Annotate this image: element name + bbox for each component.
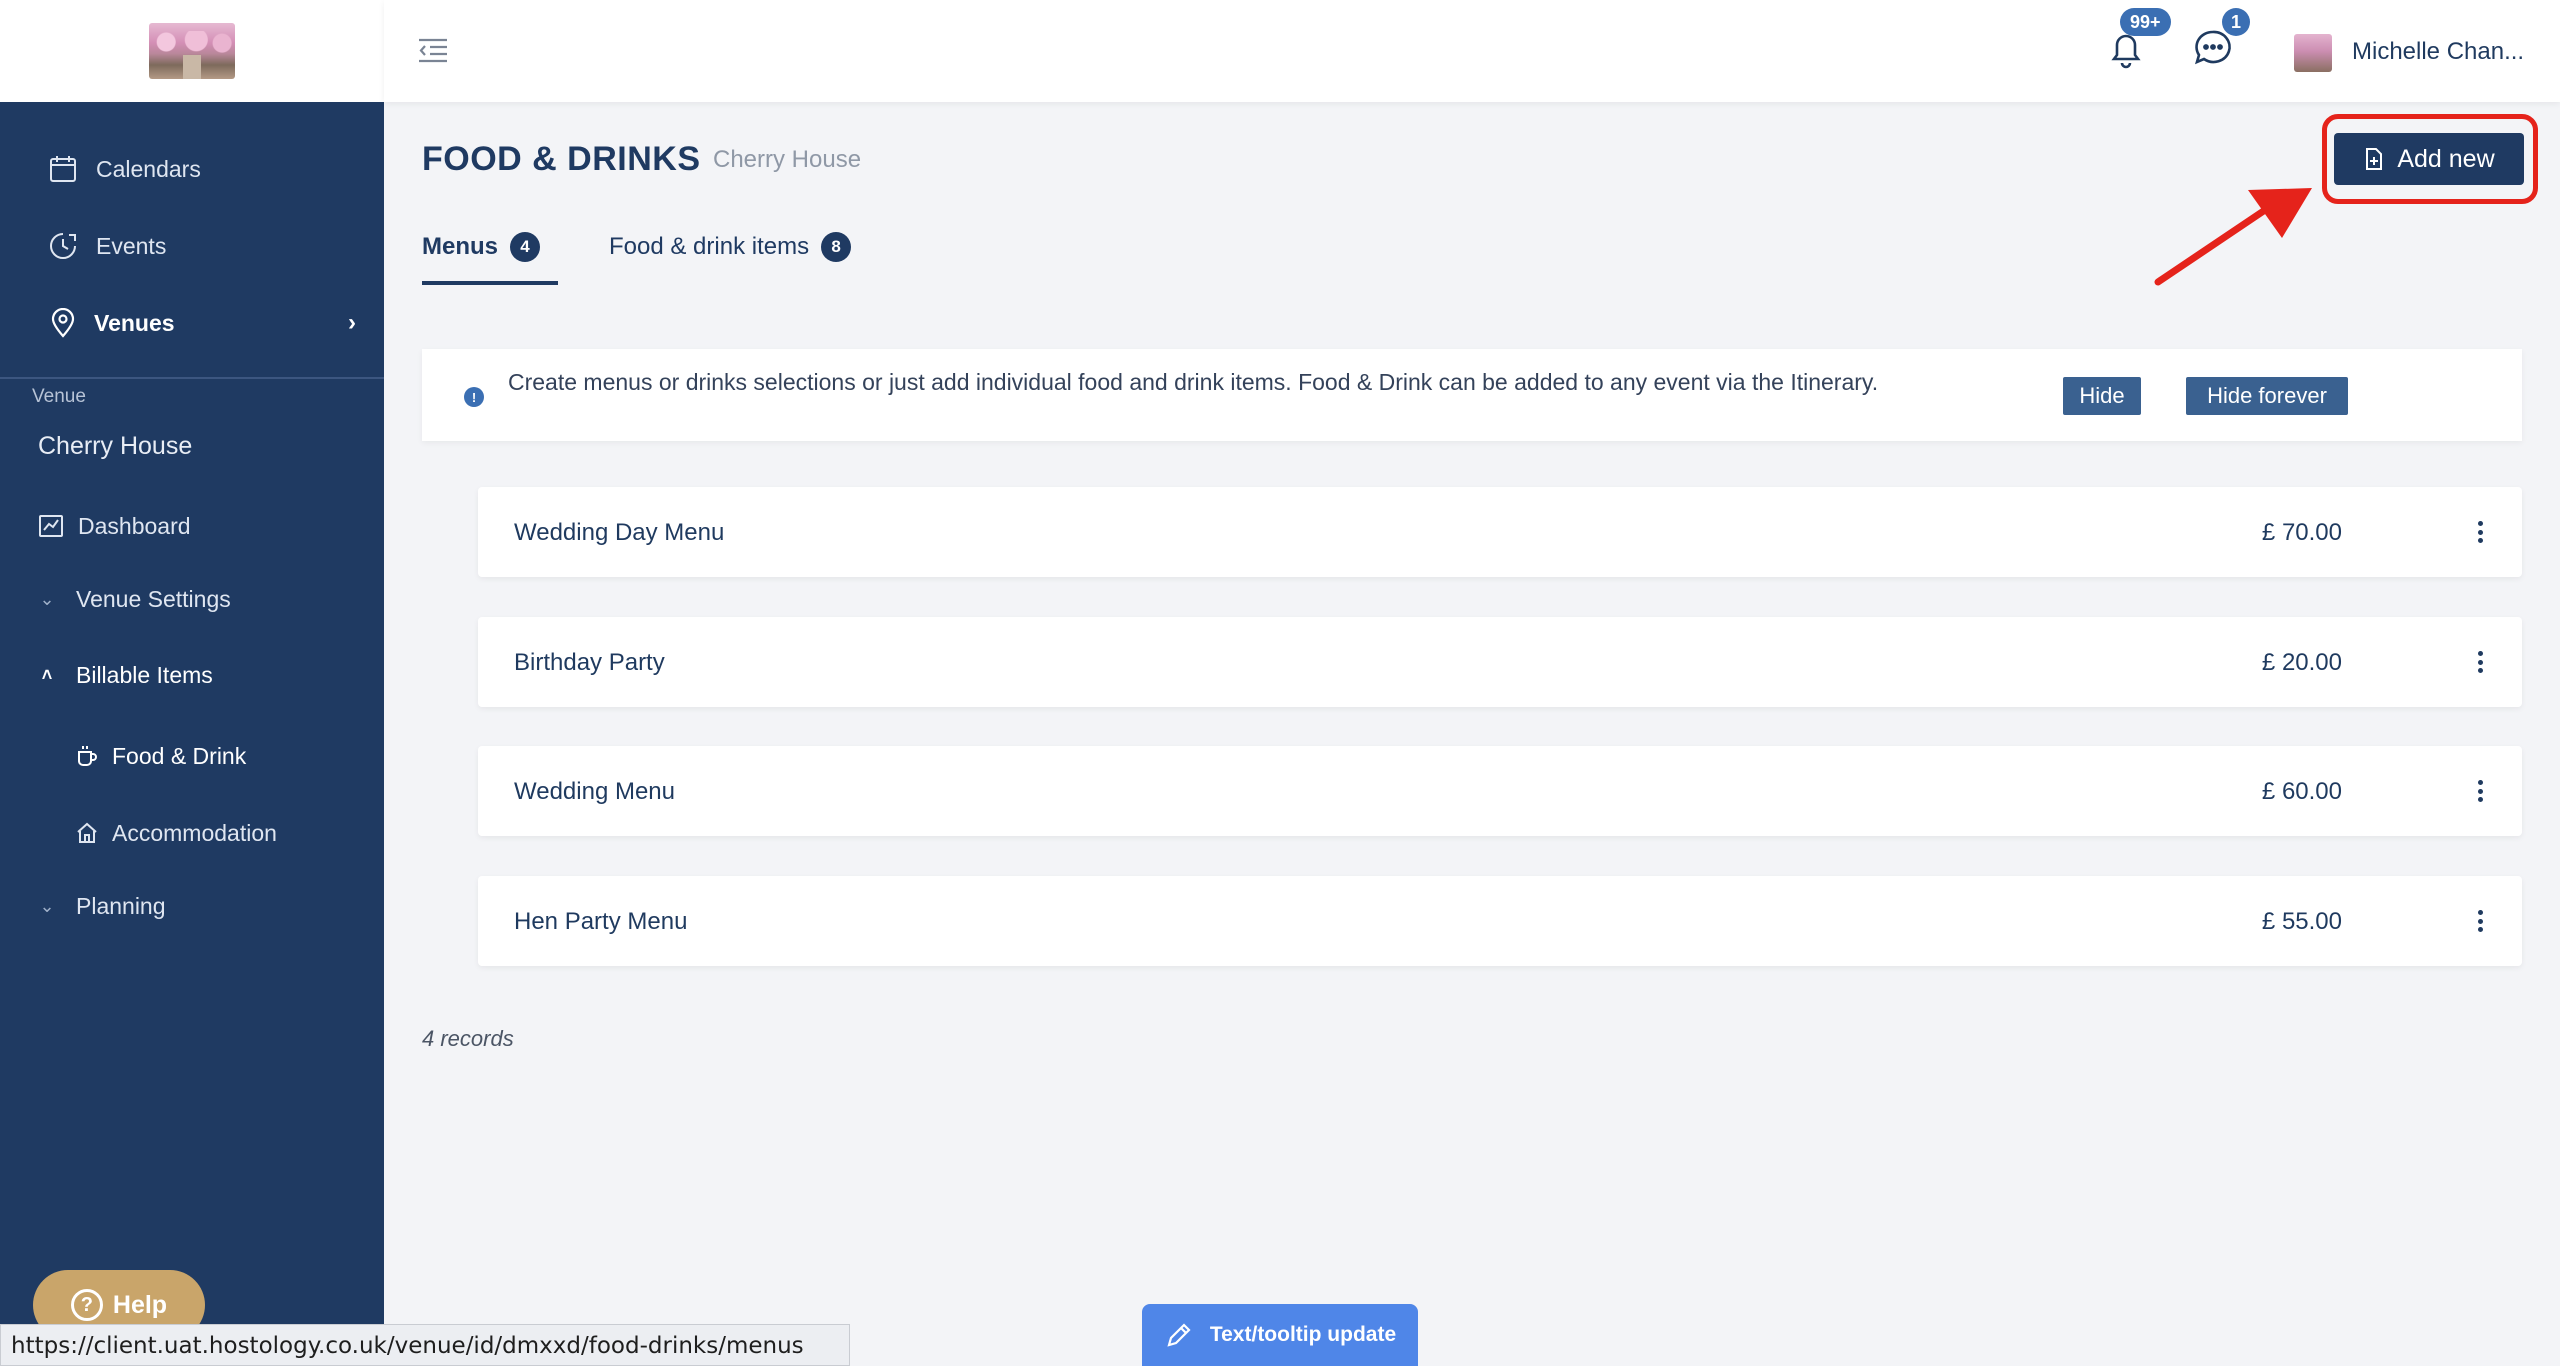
question-icon: ? [70,1289,103,1321]
chevron-down-icon: ⌄ [39,896,55,916]
venue-section-label: Venue [32,386,86,407]
page-subtitle: Cherry House [713,146,862,173]
nav-label-calendars: Calendars [96,155,201,182]
nav-item-events[interactable]: Events [0,229,384,263]
menu-name: Wedding Day Menu [514,519,725,546]
file-plus-icon [2366,148,2383,170]
nav-label-billable-items: Billable Items [76,662,213,688]
clock-icon [46,229,80,263]
red-arrow-annotation [2154,188,2312,286]
more-options-icon[interactable] [2474,645,2486,679]
list-item[interactable]: Hen Party Menu £ 55.00 [478,876,2522,966]
tab-menus[interactable]: Menus 4 [422,232,541,262]
list-item[interactable]: Wedding Day Menu £ 70.00 [478,487,2522,577]
more-options-icon[interactable] [2474,904,2486,938]
menu-name: Birthday Party [514,649,665,676]
list-item[interactable]: Wedding Menu £ 60.00 [478,746,2522,836]
tab-menus-label: Menus [422,233,499,260]
more-options-icon[interactable] [2474,515,2486,549]
chevron-right-icon: › [348,309,356,336]
logo-area [0,0,384,102]
venue-name[interactable]: Cherry House [38,432,192,461]
nav-label-dashboard: Dashboard [78,512,191,539]
nav-item-venues[interactable]: Venues › [0,306,384,340]
nav-item-planning[interactable]: ⌄ Planning [0,893,384,920]
page-title: FOOD & DRINKS [422,140,701,178]
user-name[interactable]: Michelle Chan... [2352,38,2524,66]
nav-label-food-drink: Food & Drink [112,742,247,769]
notifications-button[interactable]: 99+ [2106,8,2171,75]
info-text: Create menus or drinks selections or jus… [508,369,1879,395]
add-new-button[interactable]: Add new [2334,133,2524,185]
hide-button[interactable]: Hide [2063,377,2141,415]
sidebar-divider [0,377,384,379]
more-options-icon[interactable] [2474,774,2486,808]
nav-label-accommodation: Accommodation [112,819,277,846]
messages-button[interactable]: 1 [2192,8,2251,75]
brand-logo[interactable] [149,23,235,79]
location-pin-icon [46,306,80,340]
collapse-sidebar-icon[interactable] [416,34,450,68]
menu-price: £ 70.00 [2261,519,2342,546]
nav-item-accommodation[interactable]: Accommodation [0,816,384,850]
tab-items-label: Food & drink items [609,233,810,260]
cup-icon [70,739,104,773]
tooltip-update-label: Text/tooltip update [1209,1323,1397,1346]
info-banner: ! Create menus or drinks selections or j… [422,349,2522,441]
topbar: 99+ 1 Michelle Chan... [384,0,2560,102]
avatar[interactable] [2294,34,2332,72]
records-count: 4 records [422,1026,514,1051]
help-label: Help [112,1290,168,1319]
nav-item-dashboard[interactable]: Dashboard [0,509,384,543]
hide-forever-button[interactable]: Hide forever [2186,377,2348,415]
tab-menus-count: 4 [510,232,541,262]
menu-name: Wedding Menu [514,778,675,805]
menu-price: £ 20.00 [2261,649,2342,676]
chart-icon [34,509,68,543]
nav-label-venue-settings: Venue Settings [76,586,231,612]
sidebar: Calendars Events Venues › Venue Cherry H… [0,0,384,1366]
home-icon [70,816,104,850]
notifications-badge: 99+ [2120,8,2171,36]
chat-bubble-icon [2194,30,2231,65]
messages-badge: 1 [2222,8,2251,36]
tab-items-count: 8 [821,232,852,262]
tab-food-drink-items[interactable]: Food & drink items 8 [609,232,852,262]
pencil-icon [1167,1323,1191,1347]
tooltip-update-button[interactable]: Text/tooltip update [1142,1304,1418,1366]
calendar-icon [46,152,80,186]
nav-item-venue-settings[interactable]: ⌄ Venue Settings [0,586,384,613]
active-tab-underline [422,281,558,285]
nav-label-events: Events [96,232,167,259]
add-new-label: Add new [2397,144,2495,173]
chevron-up-icon: ˄ [41,665,53,685]
chevron-down-icon: ⌄ [39,589,55,609]
info-icon: ! [464,387,484,407]
nav-label-planning: Planning [76,893,166,919]
menu-name: Hen Party Menu [514,908,688,935]
list-item[interactable]: Birthday Party £ 20.00 [478,617,2522,707]
nav-label-venues: Venues [94,309,175,336]
nav-item-billable-items[interactable]: ˄ Billable Items [0,662,384,689]
menu-price: £ 60.00 [2261,778,2342,805]
status-bar-url: https://client.uat.hostology.co.uk/venue… [0,1324,850,1366]
nav-item-food-drink[interactable]: Food & Drink [0,739,384,773]
menu-price: £ 55.00 [2261,908,2342,935]
nav-item-calendars[interactable]: Calendars [0,152,384,186]
